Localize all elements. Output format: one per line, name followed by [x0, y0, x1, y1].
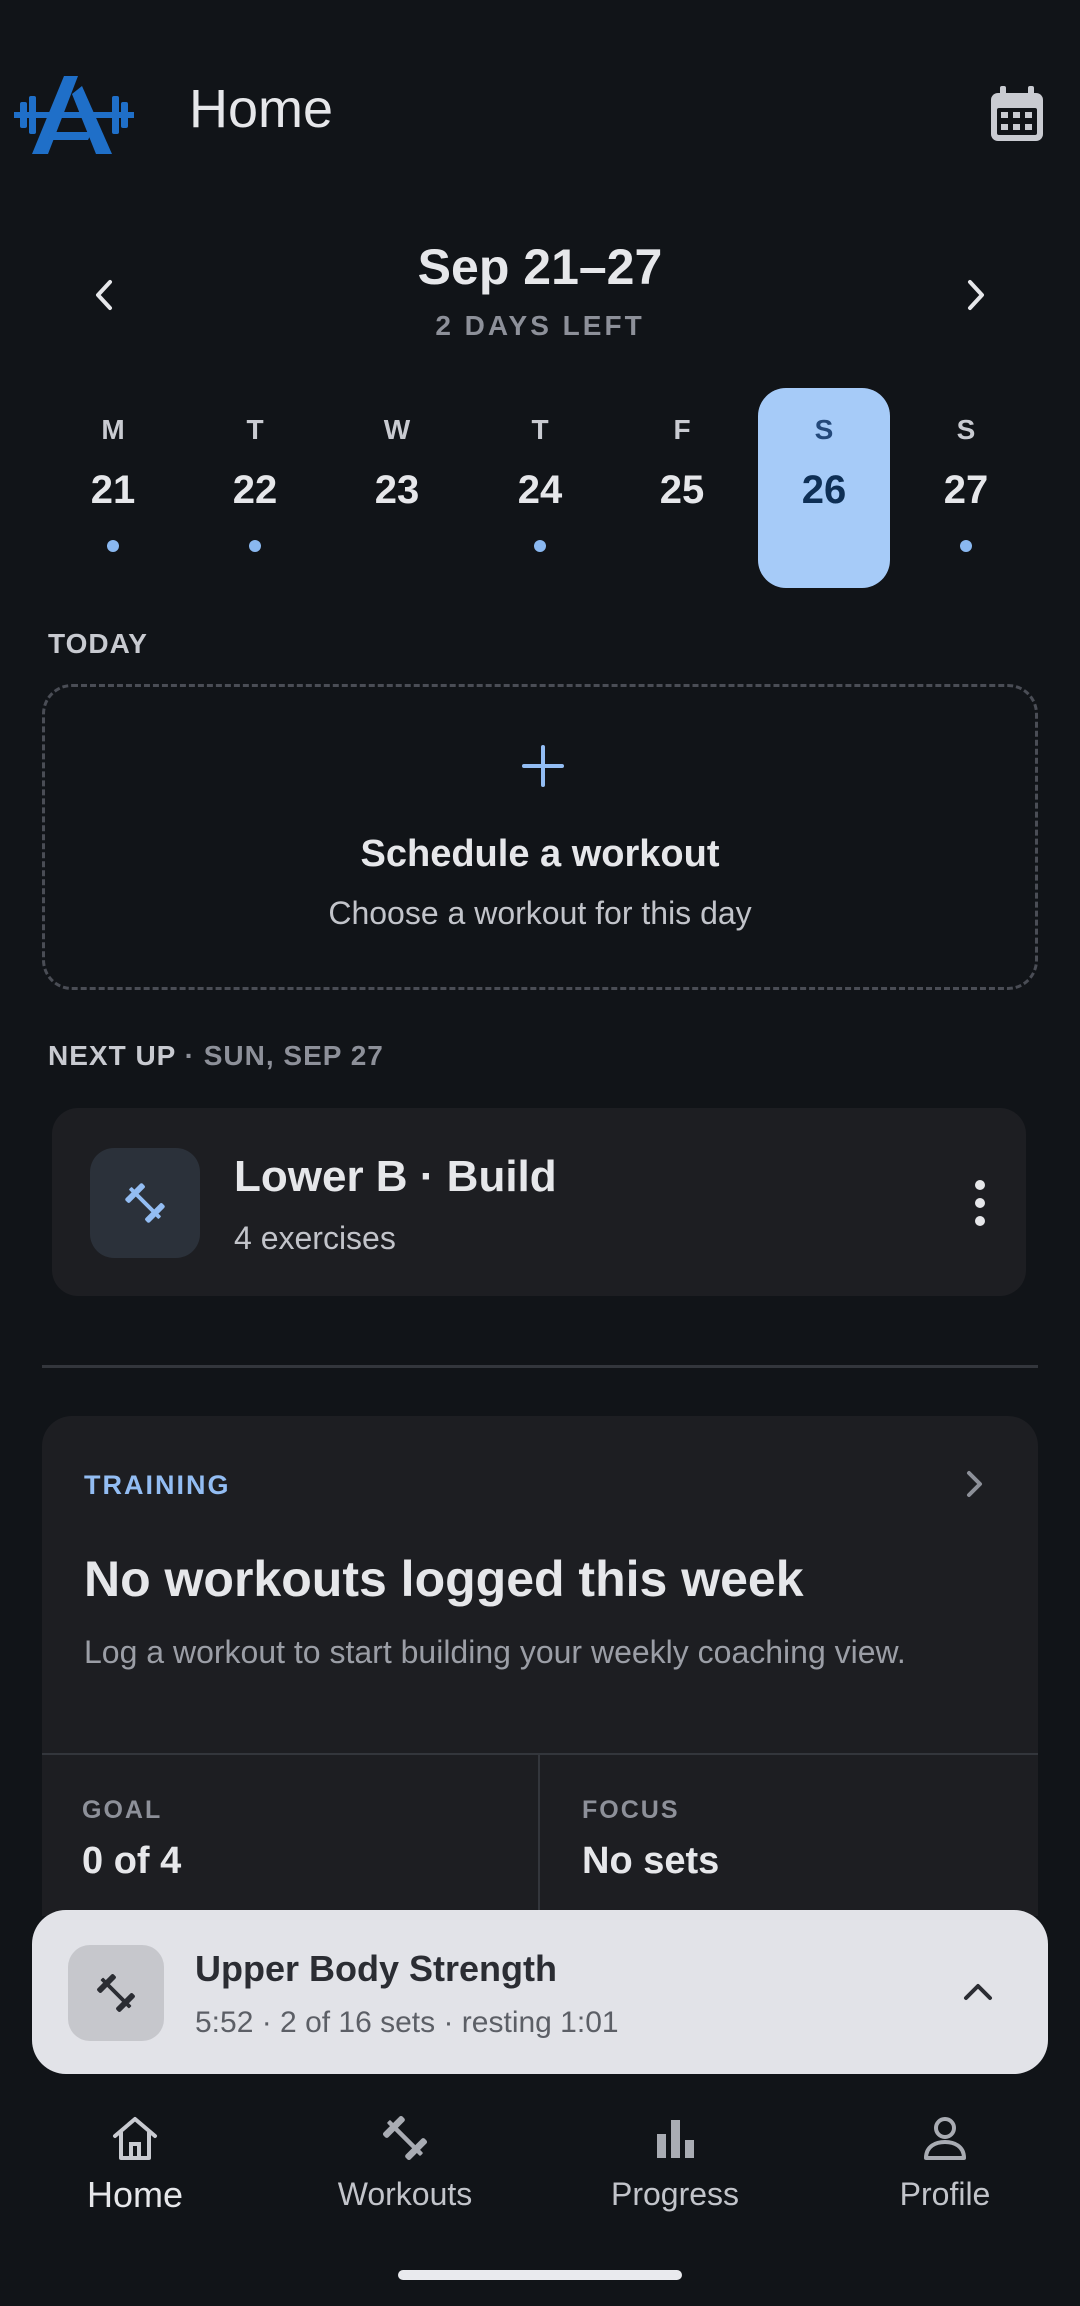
schedule-workout-card[interactable]: Schedule a workout Choose a workout for …	[42, 684, 1038, 990]
next-up-workout-title: Lower B · Build	[234, 1152, 557, 1201]
training-title: No workouts logged this week	[84, 1551, 804, 1607]
workout-dot	[249, 540, 261, 552]
goal-label: GOAL	[82, 1796, 163, 1824]
nav-progress[interactable]: Progress	[565, 2110, 785, 2230]
nav-progress-label: Progress	[610, 2176, 740, 2212]
more-vertical-icon[interactable]	[970, 1178, 990, 1228]
day-name: T	[531, 414, 549, 445]
page-title: Home	[189, 79, 334, 139]
nav-home-label: Home	[86, 2174, 184, 2215]
workout-icon-box	[90, 1148, 200, 1258]
day-number: 24	[517, 468, 563, 512]
workout-dot	[534, 540, 546, 552]
training-description: Log a workout to start building your wee…	[84, 1634, 906, 1670]
barbell-logo-icon	[14, 76, 134, 154]
next-up-separator: ·	[184, 1040, 195, 1071]
day-sunday[interactable]: S 27	[900, 388, 1032, 588]
active-workout-title: Upper Body Strength	[195, 1948, 558, 1989]
day-friday[interactable]: F 25	[616, 388, 748, 588]
nav-workouts[interactable]: Workouts	[295, 2110, 515, 2230]
focus-label: FOCUS	[582, 1796, 680, 1824]
training-stat-divider	[538, 1753, 540, 1916]
day-number: 23	[374, 468, 420, 512]
nav-profile[interactable]: Profile	[835, 2110, 1055, 2230]
chevron-up-icon[interactable]	[954, 1968, 1002, 2016]
workout-dot	[107, 540, 119, 552]
day-monday[interactable]: M 21	[47, 388, 179, 588]
week-range: Sep 21–27	[417, 239, 663, 295]
day-thursday[interactable]: T 24	[474, 388, 606, 588]
next-up-date: SUN, SEP 27	[203, 1040, 384, 1071]
day-name: F	[673, 414, 691, 445]
next-week-button[interactable]	[950, 270, 1000, 320]
dumbbell-icon	[382, 2115, 428, 2161]
day-number: 26	[801, 468, 847, 512]
day-wednesday[interactable]: W 23	[331, 388, 463, 588]
next-up-header: NEXT UP · SUN, SEP 27	[48, 1040, 384, 1072]
schedule-workout-subtitle: Choose a workout for this day	[328, 895, 752, 931]
days-left-label: 2 DAYS LEFT	[435, 310, 645, 341]
day-tuesday[interactable]: T 22	[189, 388, 321, 588]
schedule-workout-title: Schedule a workout	[360, 833, 720, 875]
section-divider	[42, 1365, 1038, 1368]
chevron-right-icon	[967, 1471, 982, 1497]
active-workout-icon-box	[68, 1945, 164, 2041]
dumbbell-icon	[97, 1974, 135, 2012]
training-divider	[42, 1753, 1038, 1755]
nav-workouts-label: Workouts	[337, 2176, 473, 2212]
goal-value: 0 of 4	[82, 1840, 182, 1882]
calendar-icon	[991, 86, 1043, 141]
day-name: W	[383, 414, 411, 445]
next-up-label: NEXT UP	[48, 1040, 176, 1071]
nav-profile-label: Profile	[899, 2176, 991, 2212]
next-up-workout-card[interactable]: Lower B · Build 4 exercises	[52, 1108, 1026, 1296]
focus-value: No sets	[582, 1840, 720, 1882]
day-number: 21	[90, 468, 136, 512]
dumbbell-icon	[125, 1183, 165, 1223]
home-icon	[113, 2117, 157, 2160]
training-label: TRAINING	[84, 1470, 231, 1500]
day-name: S	[814, 414, 834, 445]
day-saturday-selected[interactable]: S 26	[758, 388, 890, 588]
person-icon	[924, 2117, 966, 2160]
day-name: T	[246, 414, 264, 445]
active-workout-bar[interactable]: Upper Body Strength 5:52 · 2 of 16 sets …	[32, 1910, 1048, 2074]
bar-chart-icon	[657, 2120, 694, 2158]
day-name: S	[956, 414, 976, 445]
next-up-workout-subtitle: 4 exercises	[234, 1220, 396, 1256]
day-number: 25	[659, 468, 705, 512]
plus-icon	[522, 745, 564, 787]
day-name: M	[101, 414, 125, 445]
nav-home[interactable]: Home	[25, 2110, 245, 2230]
chevron-right-icon	[968, 280, 984, 310]
home-indicator[interactable]	[398, 2270, 682, 2280]
day-number: 27	[943, 468, 989, 512]
training-summary-card[interactable]: TRAINING No workouts logged this week Lo…	[42, 1416, 1038, 1916]
app-logo	[14, 76, 134, 158]
workout-dot	[960, 540, 972, 552]
active-workout-status: 5:52 · 2 of 16 sets · resting 1:01	[195, 2006, 619, 2039]
calendar-button[interactable]	[988, 84, 1046, 144]
day-number: 22	[232, 468, 278, 512]
today-section-label: TODAY	[48, 628, 148, 659]
